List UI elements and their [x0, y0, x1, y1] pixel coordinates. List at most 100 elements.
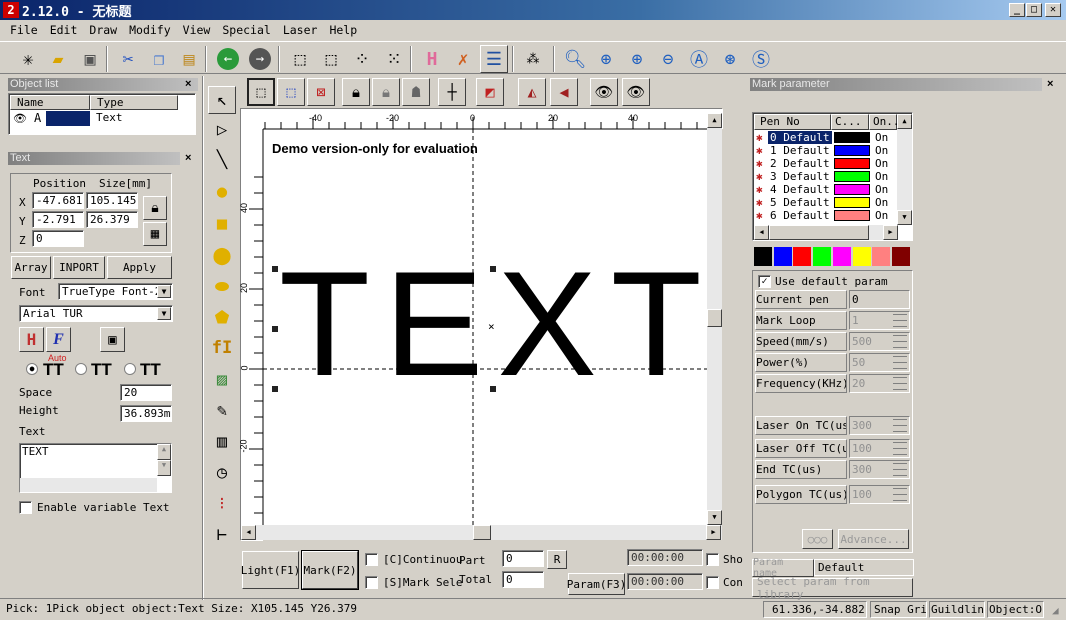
select-arrow-icon[interactable]: ↖: [208, 86, 236, 114]
reset-count-button[interactable]: R: [547, 550, 567, 569]
param-value-input[interactable]: 20: [849, 374, 910, 393]
scroll-thumb[interactable]: [769, 225, 869, 240]
scroll-up-icon[interactable]: ▲: [707, 113, 722, 128]
vector-file-icon[interactable]: ✎: [208, 397, 236, 425]
open-folder-icon[interactable]: ▰: [44, 45, 72, 73]
text-tool-icon[interactable]: fI: [208, 334, 236, 362]
spinner-icon[interactable]: [893, 488, 907, 501]
column-header-type[interactable]: Type: [90, 95, 178, 110]
cut-icon[interactable]: ✂: [114, 45, 142, 73]
height-input[interactable]: 36.893mm: [120, 405, 172, 422]
mark-selected-checkbox[interactable]: [365, 576, 378, 589]
position-y-input[interactable]: -2.791: [32, 211, 84, 228]
resize-grip-icon[interactable]: ◢: [1052, 604, 1059, 617]
zoom-fit-icon[interactable]: ⊛: [716, 45, 744, 73]
barcode-icon[interactable]: ▥: [208, 428, 236, 456]
horizontal-scrollbar[interactable]: ◀ ▶: [241, 525, 722, 540]
advance-button[interactable]: Advance...: [838, 529, 909, 549]
import-button[interactable]: INPORT: [53, 256, 105, 279]
pen-row[interactable]: ✱ 5 Default On: [755, 196, 912, 209]
object-list-close-icon[interactable]: ×: [185, 78, 191, 90]
eye-icon[interactable]: 👁︎: [13, 112, 27, 125]
spacing-center-radio[interactable]: [75, 363, 87, 375]
param-value-input[interactable]: 100: [849, 485, 910, 504]
polygon-icon[interactable]: ⬟: [208, 304, 236, 332]
timer-icon[interactable]: ◷: [208, 459, 236, 487]
pen-list-hscrollbar[interactable]: ◀ ▶: [754, 225, 898, 240]
column-header-color[interactable]: C...: [831, 114, 869, 130]
apply-button[interactable]: Apply: [107, 256, 172, 279]
position-x-input[interactable]: -47.681: [32, 192, 84, 209]
param-value-input[interactable]: 1: [849, 311, 910, 330]
spacing-auto-radio[interactable]: ●: [26, 363, 38, 375]
pen-color-swatch[interactable]: [834, 171, 870, 182]
lock-ratio-icon[interactable]: 🔒︎: [143, 196, 167, 220]
font-type-select[interactable]: TrueType Font-21 ▼: [58, 283, 173, 300]
zoom-all-icon[interactable]: Ⓐ: [685, 45, 713, 73]
menu-edit[interactable]: Edit: [44, 23, 84, 37]
part-input[interactable]: 0: [502, 550, 544, 567]
copy-icon[interactable]: ❐: [145, 45, 173, 73]
scroll-left-icon[interactable]: ◀: [241, 525, 256, 540]
palette-color-swatch[interactable]: [773, 247, 792, 266]
vertical-scrollbar[interactable]: ▲ ▼: [707, 113, 722, 525]
zoom-plus-icon[interactable]: ⊕: [623, 45, 651, 73]
mirror-vertical-icon[interactable]: ◀: [550, 78, 578, 106]
spinner-icon[interactable]: [893, 335, 907, 348]
minimize-button[interactable]: _: [1009, 3, 1025, 17]
scroll-left-icon[interactable]: ◀: [754, 225, 769, 240]
horizontal-scrollbar[interactable]: [20, 478, 157, 492]
param-button[interactable]: Param(F3): [567, 573, 626, 595]
group-icon[interactable]: ⬚: [286, 45, 314, 73]
select-rotate-icon[interactable]: ⬚: [277, 78, 305, 106]
palette-color-swatch[interactable]: [813, 247, 832, 266]
deselect-icon[interactable]: ⊠: [307, 78, 335, 106]
layer-order-icon[interactable]: ◩: [476, 78, 504, 106]
param-value-input[interactable]: 500: [849, 332, 910, 351]
param-value-input[interactable]: 300: [849, 460, 910, 479]
palette-color-swatch[interactable]: [891, 247, 910, 266]
curve-icon[interactable]: ●: [208, 178, 236, 206]
spinner-icon[interactable]: [893, 419, 907, 432]
menu-file[interactable]: File: [4, 23, 44, 37]
unlock-icon[interactable]: 🔒︎: [372, 78, 400, 106]
rectangle-icon[interactable]: ■: [208, 210, 236, 238]
total-input[interactable]: 0: [502, 571, 544, 588]
ellipse-icon[interactable]: ⬬: [208, 273, 236, 301]
chevron-down-icon[interactable]: ▼: [157, 285, 171, 298]
pen-color-swatch[interactable]: [834, 197, 870, 208]
use-default-checkbox[interactable]: ✓: [758, 275, 771, 288]
scroll-up-icon[interactable]: ▲: [897, 114, 912, 129]
spinner-icon[interactable]: [893, 314, 907, 327]
node-edit-icon[interactable]: ▷: [208, 116, 236, 144]
scroll-down-icon[interactable]: ▼: [707, 510, 722, 525]
param-value-input[interactable]: 50: [849, 353, 910, 372]
anchor-grid-icon[interactable]: ▦: [143, 222, 167, 246]
unlock-all-icon[interactable]: ☗: [402, 78, 430, 106]
spinner-icon[interactable]: [893, 356, 907, 369]
circle-icon[interactable]: ⬤: [208, 242, 236, 270]
snap-grid-toggle[interactable]: Snap Grid: [870, 601, 927, 618]
text-content-textarea[interactable]: TEXT ▲ ▼: [19, 443, 172, 493]
param-value-input[interactable]: 100: [849, 439, 910, 458]
show-checkbox[interactable]: [706, 553, 719, 566]
hatch-param-button[interactable]: ○○○: [802, 529, 833, 549]
pen-row[interactable]: ✱ 3 Default On: [755, 170, 912, 183]
spinner-icon[interactable]: [893, 463, 907, 476]
parameter-list-icon[interactable]: ☰: [480, 45, 508, 73]
palette-color-swatch[interactable]: [832, 247, 851, 266]
object-snap-toggle[interactable]: Object:Of: [987, 601, 1044, 618]
column-header-on[interactable]: On...: [869, 114, 906, 130]
ungroup-icon[interactable]: ⬚: [317, 45, 345, 73]
io-input-icon[interactable]: ⁝: [208, 490, 236, 518]
zoom-out-icon[interactable]: ⊖: [654, 45, 682, 73]
param-value-input[interactable]: 0: [849, 290, 910, 309]
pen-row[interactable]: ✱ 0 Default On: [755, 131, 912, 144]
scroll-right-icon[interactable]: ▶: [883, 225, 898, 240]
pen-color-swatch[interactable]: [834, 145, 870, 156]
space-input[interactable]: 20: [120, 384, 172, 401]
pen-row[interactable]: ✱ 4 Default On: [755, 183, 912, 196]
con-checkbox[interactable]: [706, 576, 719, 589]
preview-selected-icon[interactable]: 👁︎: [622, 78, 650, 106]
mark-parameter-close-icon[interactable]: ×: [1047, 78, 1053, 90]
